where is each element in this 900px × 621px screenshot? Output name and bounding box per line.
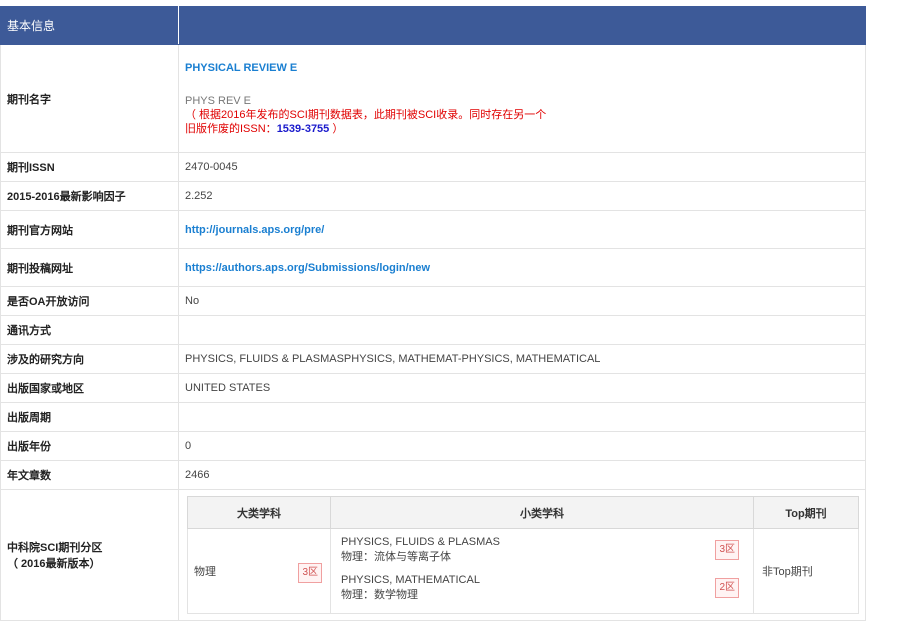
table-header-row: 基本信息 [0, 6, 866, 45]
top-journal-cell: 非Top期刊 [753, 528, 859, 614]
cas-zone-value: 大类学科 小类学科 Top期刊 物理 3区 PHYSICS, FLUIDS & … [178, 489, 866, 621]
row-country: 出版国家或地区 UNITED STATES [0, 373, 866, 403]
sci-note-line1: （ 根据2016年发布的SCI期刊数据表，此期刊被SCI收录。同时存在另一个 [185, 109, 547, 121]
impact-factor-label: 2015-2016最新影响因子 [0, 181, 179, 211]
sci-note-line2: 旧版作废的ISSN：1539-3755 ） [185, 122, 859, 136]
research-fields-value: PHYSICS, FLUIDS & PLASMASPHYSICS, MATHEM… [178, 344, 866, 374]
row-open-access: 是否OA开放访问 No [0, 286, 866, 316]
row-cas-zone: 中科院SCI期刊分区 （ 2016最新版本） 大类学科 小类学科 Top期刊 物… [0, 489, 866, 621]
minor-subject-en: PHYSICS, MATHEMATICAL [341, 574, 480, 586]
journal-name-label: 期刊名字 [0, 44, 179, 153]
major-subject-cell: 物理 3区 [187, 528, 331, 614]
minor-subject-cell: PHYSICS, FLUIDS & PLASMAS 物理：流体与等离子体 3区 … [330, 528, 754, 614]
row-issn: 期刊ISSN 2470-0045 [0, 152, 866, 182]
cas-zone-header-row: 大类学科 小类学科 Top期刊 [187, 496, 859, 529]
minor-subject-header: 小类学科 [330, 496, 754, 529]
section-title: 基本信息 [0, 6, 179, 45]
contact-value [178, 315, 866, 345]
journal-abbrev: PHYS REV E [185, 95, 252, 107]
articles-value: 2466 [178, 460, 866, 490]
open-access-value: No [178, 286, 866, 316]
articles-label: 年文章数 [0, 460, 179, 490]
cas-zone-label-line1: 中科院SCI期刊分区 [7, 542, 103, 554]
website-link[interactable]: http://journals.aps.org/pre/ [185, 224, 324, 236]
journal-title: PHYSICAL REVIEW E [185, 62, 298, 74]
row-submission: 期刊投稿网址 https://authors.aps.org/Submissio… [0, 248, 866, 287]
minor-subject-en: PHYSICS, FLUIDS & PLASMAS [341, 536, 500, 548]
cas-zone-table: 大类学科 小类学科 Top期刊 物理 3区 PHYSICS, FLUIDS & … [187, 496, 859, 614]
period-value [178, 402, 866, 432]
row-articles: 年文章数 2466 [0, 460, 866, 490]
period-label: 出版周期 [0, 402, 179, 432]
country-label: 出版国家或地区 [0, 373, 179, 403]
row-research-fields: 涉及的研究方向 PHYSICS, FLUIDS & PLASMASPHYSICS… [0, 344, 866, 374]
major-subject-header: 大类学科 [187, 496, 331, 529]
open-access-label: 是否OA开放访问 [0, 286, 179, 316]
journal-info-panel: 基本信息 期刊名字 PHYSICAL REVIEW E PHYS REV E （… [0, 6, 866, 621]
issn-label: 期刊ISSN [0, 152, 179, 182]
impact-factor-value: 2.252 [178, 181, 866, 211]
sci-note-prefix: 旧版作废的ISSN： [185, 123, 277, 135]
cas-zone-label-line2: （ 2016最新版本） [7, 558, 101, 570]
major-zone-badge: 3区 [298, 563, 322, 583]
minor-subject-cn: 物理：流体与等离子体 [341, 551, 451, 563]
row-contact: 通讯方式 [0, 315, 866, 345]
row-journal-name: 期刊名字 PHYSICAL REVIEW E PHYS REV E （ 根据20… [0, 44, 866, 153]
journal-name-value: PHYSICAL REVIEW E PHYS REV E （ 根据2016年发布… [178, 44, 866, 153]
major-subject-name: 物理 [194, 566, 216, 578]
old-issn: 1539-3755 [276, 123, 330, 135]
top-journal-header: Top期刊 [753, 496, 859, 529]
journal-info-table: 基本信息 期刊名字 PHYSICAL REVIEW E PHYS REV E （… [0, 6, 866, 621]
row-year: 出版年份 0 [0, 431, 866, 461]
contact-label: 通讯方式 [0, 315, 179, 345]
country-value: UNITED STATES [178, 373, 866, 403]
minor-subject-cn: 物理：数学物理 [341, 589, 418, 601]
row-period: 出版周期 [0, 402, 866, 432]
minor-zone-badge: 2区 [715, 578, 739, 598]
header-spacer [178, 6, 866, 45]
minor-zone-badge: 3区 [715, 540, 739, 560]
cas-zone-data-row: 物理 3区 PHYSICS, FLUIDS & PLASMAS 物理：流体与等离… [187, 528, 859, 614]
cas-zone-label: 中科院SCI期刊分区 （ 2016最新版本） [0, 489, 179, 621]
research-fields-label: 涉及的研究方向 [0, 344, 179, 374]
minor-subject-item: PHYSICS, FLUIDS & PLASMAS 物理：流体与等离子体 3区 [341, 534, 743, 570]
row-impact-factor: 2015-2016最新影响因子 2.252 [0, 181, 866, 211]
submission-link[interactable]: https://authors.aps.org/Submissions/logi… [185, 262, 430, 274]
sci-note-suffix: ） [329, 123, 344, 135]
row-website: 期刊官方网站 http://journals.aps.org/pre/ [0, 210, 866, 249]
year-label: 出版年份 [0, 431, 179, 461]
issn-value: 2470-0045 [178, 152, 866, 182]
submission-label: 期刊投稿网址 [0, 248, 179, 287]
year-value: 0 [178, 431, 866, 461]
minor-subject-item: PHYSICS, MATHEMATICAL 物理：数学物理 2区 [341, 570, 743, 608]
website-label: 期刊官方网站 [0, 210, 179, 249]
